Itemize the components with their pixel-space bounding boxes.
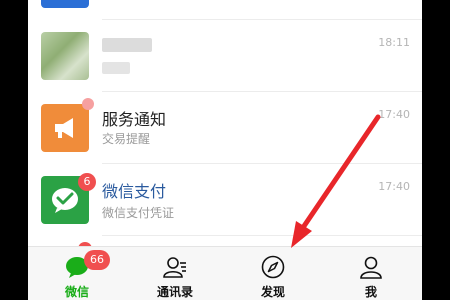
unread-badge: 66: [84, 250, 110, 270]
blurred-message: [102, 62, 130, 74]
chat-title: 微信支付: [102, 182, 167, 201]
phone-screen: 18:11 服务通知 交易提醒 17:40 6 微信支付 微信支付凭证 17:4…: [28, 0, 422, 300]
tab-label: 微信: [64, 285, 89, 299]
megaphone-icon: [55, 118, 73, 138]
contacts-icon: [163, 257, 186, 278]
bottom-tab-bar: 66 微信 通讯录 发现 我: [28, 246, 422, 300]
chat-row-service-notice[interactable]: 服务通知 交易提醒 17:40: [28, 92, 422, 164]
tab-label: 通讯录: [156, 285, 193, 299]
chat-row-blurred[interactable]: 18:11: [28, 20, 422, 92]
tab-discover[interactable]: 发现: [224, 247, 322, 300]
blurred-avatar: [41, 0, 89, 8]
tab-label: 我: [364, 285, 377, 299]
chat-preview: 微信支付凭证: [102, 206, 175, 220]
tab-contacts[interactable]: 通讯录: [126, 247, 224, 300]
unread-badge: 6: [78, 173, 96, 191]
compass-icon: [261, 255, 285, 279]
tab-me[interactable]: 我: [322, 247, 420, 300]
person-icon: [360, 256, 382, 279]
unread-dot: [82, 98, 94, 110]
blurred-avatar: [41, 32, 89, 80]
chat-list: 18:11 服务通知 交易提醒 17:40 6 微信支付 微信支付凭证 17:4…: [28, 0, 422, 256]
chat-title: 服务通知: [102, 110, 167, 129]
service-notice-avatar: [41, 104, 89, 152]
blurred-name: [102, 38, 152, 52]
chat-row-blurred-top[interactable]: [28, 0, 422, 20]
chat-time: 18:11: [378, 36, 410, 49]
tab-label: 发现: [260, 285, 285, 299]
chat-row-wechat-pay[interactable]: 6 微信支付 微信支付凭证 17:40: [28, 164, 422, 236]
chat-preview: 交易提醒: [102, 132, 151, 146]
chat-time: 17:40: [378, 108, 410, 121]
tab-chats[interactable]: 66 微信: [28, 247, 126, 300]
chat-time: 17:40: [378, 180, 410, 193]
